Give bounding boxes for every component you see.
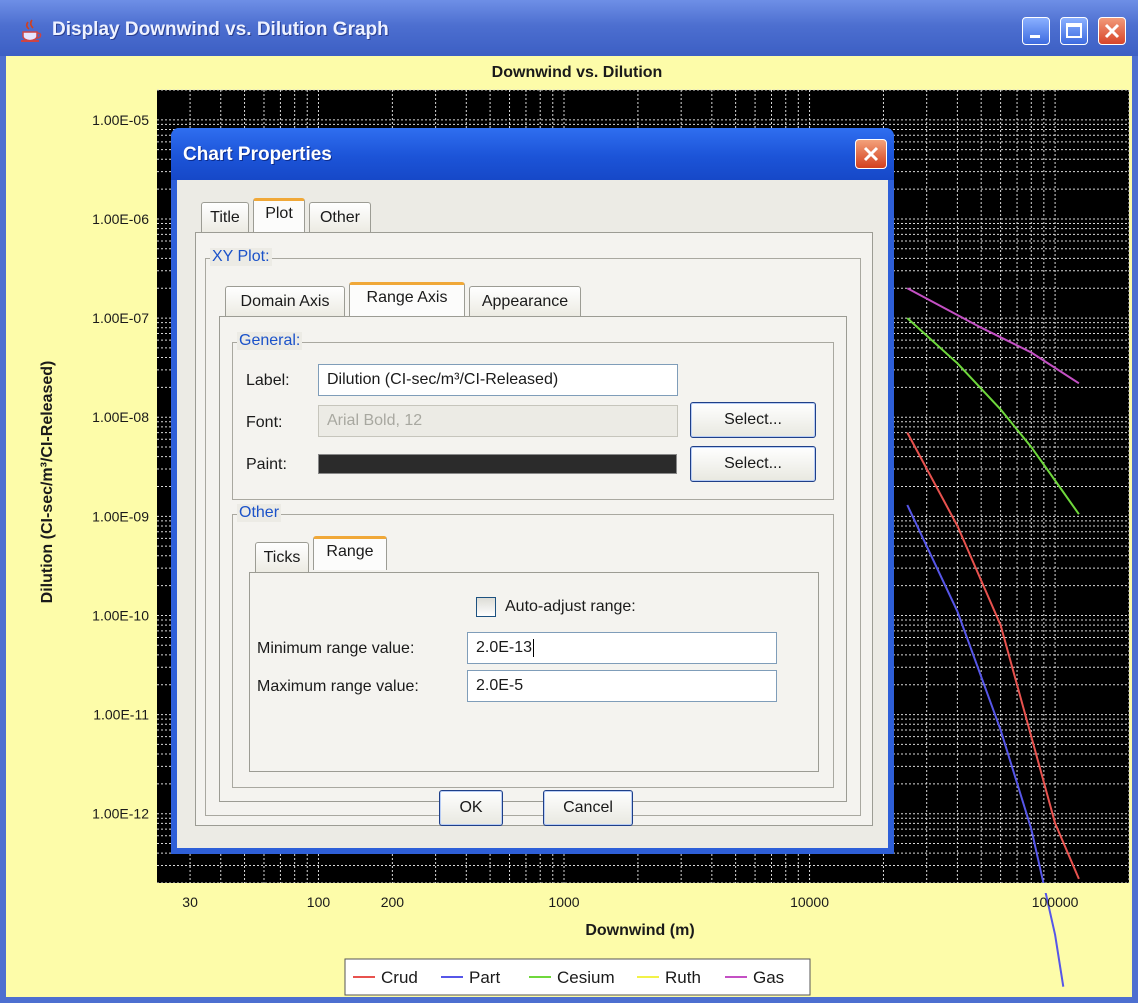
x-tick-label: 100000: [1032, 894, 1079, 910]
paint-select-button[interactable]: Select...: [690, 446, 816, 482]
ok-button[interactable]: OK: [439, 790, 503, 826]
dialog-body: Title Plot Other XY Plot: Domain Axis Ra…: [177, 180, 888, 848]
max-range-caption: Maximum range value:: [257, 678, 419, 695]
y-tick-label: 1.00E-08: [92, 409, 149, 425]
y-tick-label: 1.00E-10: [92, 607, 149, 623]
max-range-input[interactable]: 2.0E-5: [467, 670, 777, 702]
paint-color-swatch[interactable]: [318, 454, 677, 474]
font-caption: Font:: [246, 414, 283, 431]
paint-caption: Paint:: [246, 456, 287, 473]
y-axis-label: Dilution (CI-sec/m³/CI-Released): [39, 361, 56, 604]
y-axis-ticks: 1.00E-05 1.00E-06 1.00E-07 1.00E-08 1.00E-09…: [92, 112, 149, 822]
y-tick-label: 1.00E-05: [92, 112, 149, 128]
y-tick-label: 1.00E-11: [93, 707, 149, 723]
general-legend: General:: [237, 332, 303, 350]
chart-properties-dialog: Chart Properties Title Plot Other XY Plo…: [171, 128, 894, 854]
font-select-button[interactable]: Select...: [690, 402, 816, 438]
tab-title[interactable]: Title: [201, 202, 249, 232]
dialog-titlebar: Chart Properties: [171, 128, 894, 180]
auto-adjust-checkbox[interactable]: [476, 597, 496, 617]
tab-ticks[interactable]: Ticks: [255, 542, 309, 572]
close-icon: [863, 146, 879, 162]
y-tick-label: 1.00E-09: [92, 508, 149, 524]
tab-appearance[interactable]: Appearance: [469, 286, 581, 316]
text-caret: [533, 639, 535, 657]
label-caption: Label:: [246, 372, 290, 389]
legend-label-crud: Crud: [381, 968, 418, 987]
tab-plot[interactable]: Plot: [253, 198, 305, 232]
y-tick-label: 1.00E-12: [92, 806, 149, 822]
axis-label-input[interactable]: Dilution (CI-sec/m³/CI-Released): [318, 364, 678, 396]
tab-domain-axis[interactable]: Domain Axis: [225, 286, 345, 316]
xy-plot-legend: XY Plot:: [210, 248, 272, 266]
auto-adjust-label: Auto-adjust range:: [505, 598, 636, 615]
tab-range-axis[interactable]: Range Axis: [349, 282, 465, 316]
dialog-close-button[interactable]: [855, 139, 887, 169]
legend-label-part: Part: [469, 968, 500, 987]
x-axis-label: Downwind (m): [585, 922, 694, 939]
tab-other[interactable]: Other: [309, 202, 371, 232]
x-tick-label: 1000: [548, 894, 579, 910]
x-tick-label: 30: [182, 894, 198, 910]
font-field: Arial Bold, 12: [318, 405, 678, 437]
x-tick-label: 10000: [790, 894, 829, 910]
tab-range[interactable]: Range: [313, 536, 387, 570]
plot-bottom-mask: [157, 883, 1129, 893]
y-tick-label: 1.00E-07: [92, 310, 149, 326]
legend-label-gas: Gas: [753, 968, 784, 987]
min-range-value: 2.0E-13: [476, 639, 533, 657]
legend-label-ruth: Ruth: [665, 968, 701, 987]
min-range-caption: Minimum range value:: [257, 640, 415, 657]
chart-title: Downwind vs. Dilution: [492, 64, 663, 81]
dialog-title: Chart Properties: [183, 144, 332, 165]
x-axis-ticks: 30 100 200 1000 10000 100000: [182, 894, 1078, 910]
min-range-input[interactable]: 2.0E-13: [467, 632, 777, 664]
legend-label-cesium: Cesium: [557, 968, 615, 987]
y-tick-label: 1.00E-06: [92, 211, 149, 227]
x-tick-label: 100: [307, 894, 331, 910]
x-tick-label: 200: [381, 894, 405, 910]
other-legend: Other: [237, 504, 282, 522]
cancel-button[interactable]: Cancel: [543, 790, 633, 826]
